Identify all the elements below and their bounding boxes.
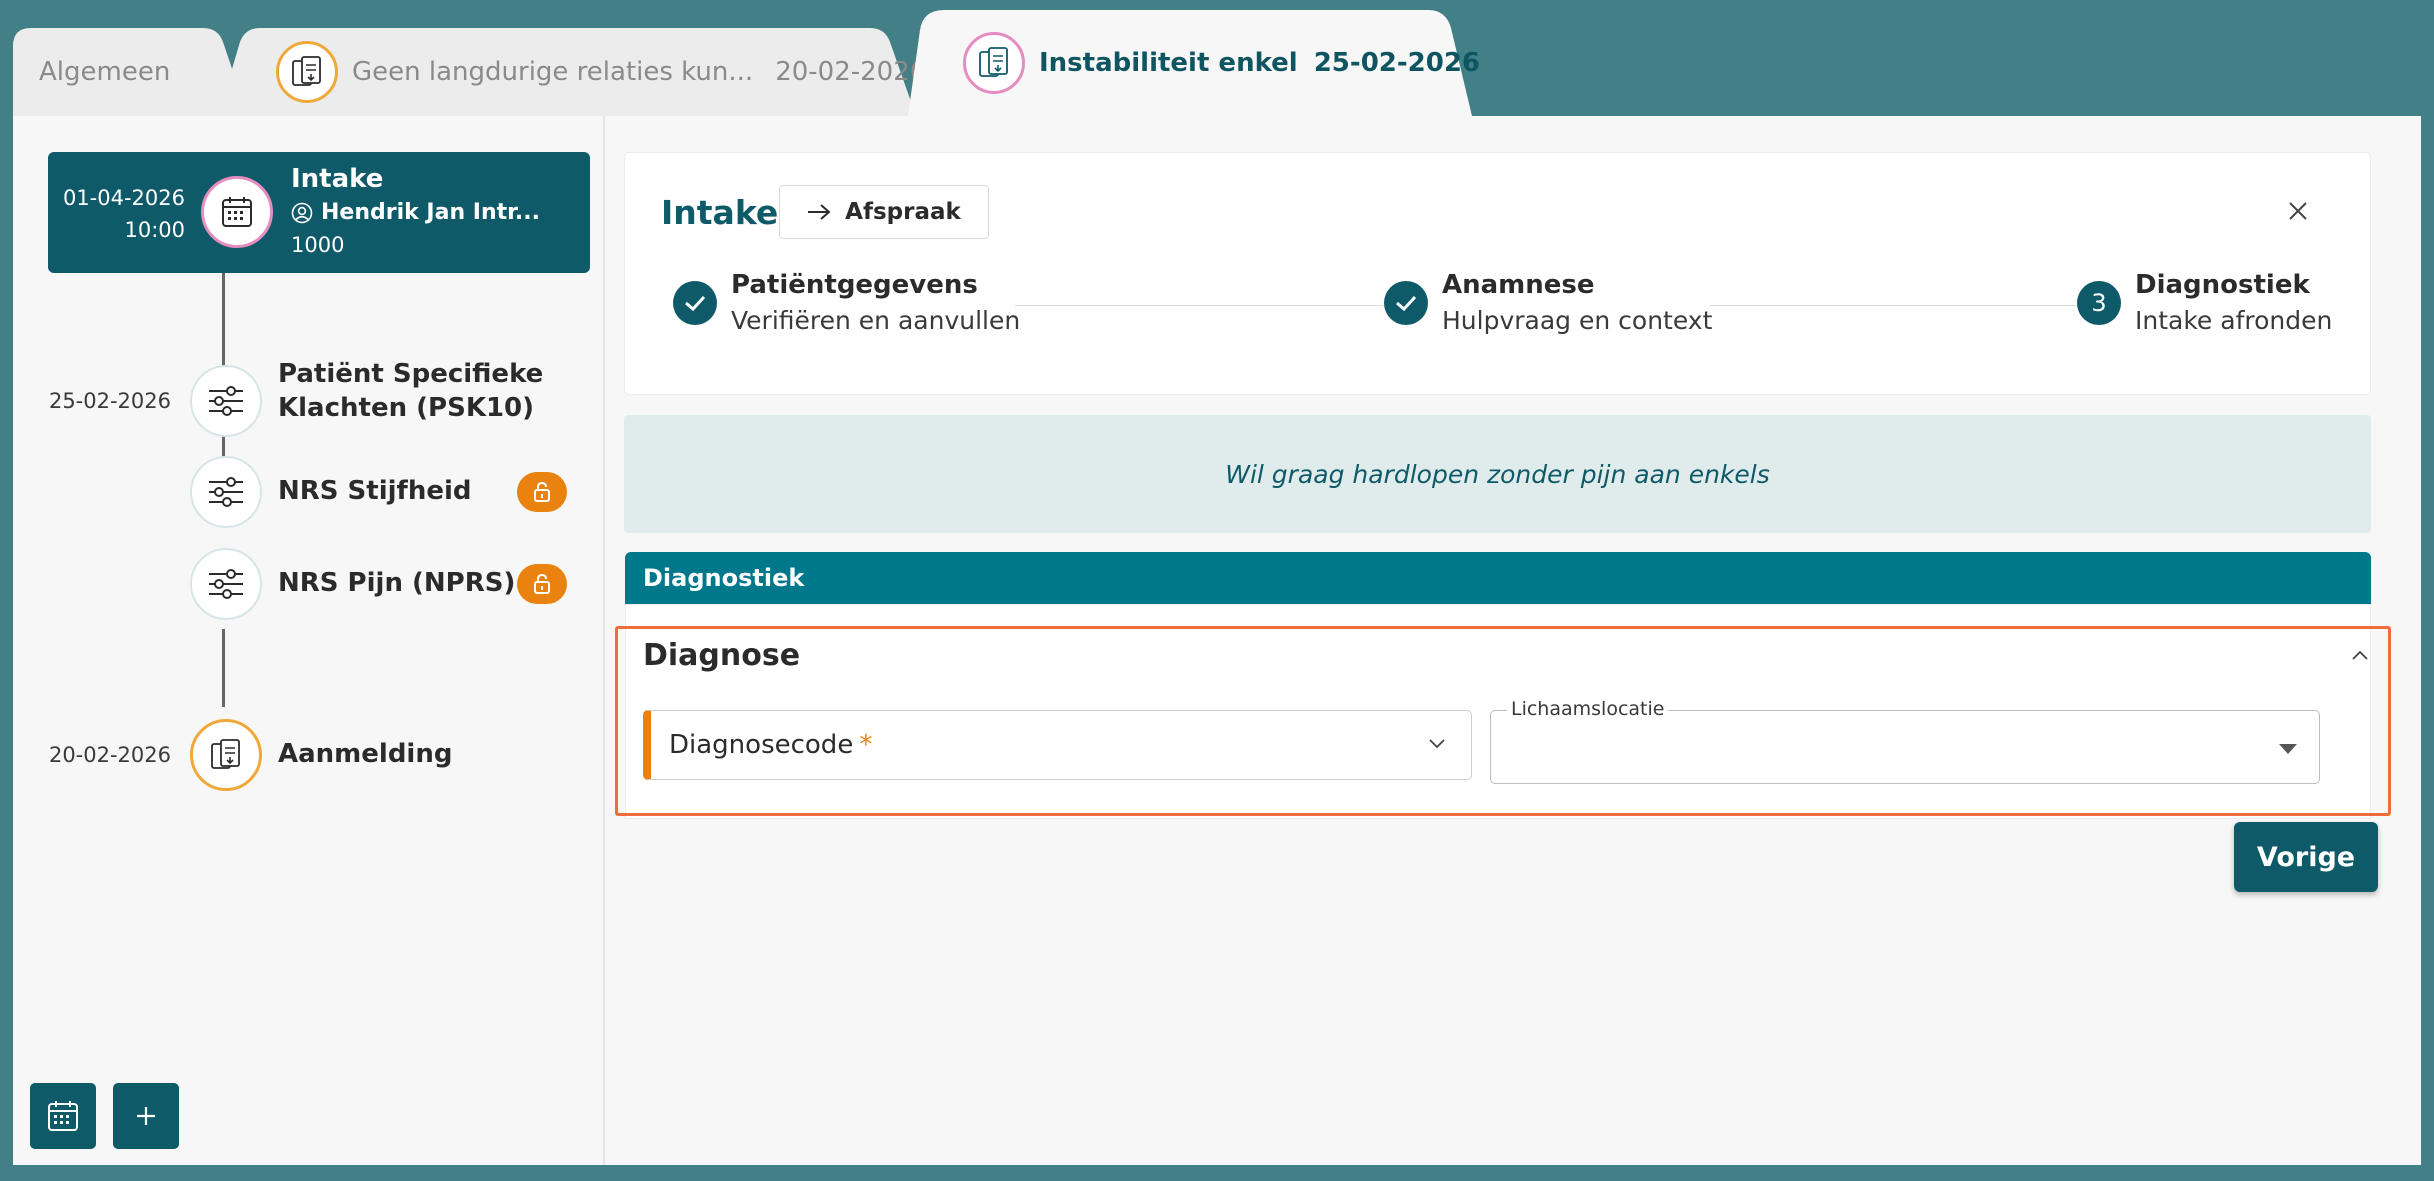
diagnosis-code-select[interactable]: Diagnosecode * <box>643 710 1472 780</box>
previous-button[interactable]: Vorige <box>2234 822 2378 892</box>
required-mark: * <box>859 730 873 760</box>
step-text: Diagnostiek Intake afronden <box>2135 267 2332 339</box>
tab-active-date: 25-02-2026 <box>1313 48 1481 78</box>
close-button[interactable] <box>2284 197 2312 225</box>
body-location-label: Lichaamslocatie <box>1507 698 1669 720</box>
diagnosis-code-label: Diagnosecode <box>669 730 854 760</box>
timeline-item-intake[interactable]: 01-04-2026 10:00 Intake Hendrik Jan Intr… <box>48 152 590 273</box>
step-text: Anamnese Hulpvraag en context <box>1442 267 1712 339</box>
app-panel: 01-04-2026 10:00 Intake Hendrik Jan Intr… <box>13 116 2421 1165</box>
sliders-icon <box>190 456 262 528</box>
timeline-item-registration[interactable]: 20-02-2026 Aanmelding <box>13 719 605 799</box>
step-subtitle: Intake afronden <box>2135 306 2333 335</box>
tab-referral[interactable]: Geen langdurige relaties kun... 20-02-20… <box>218 28 926 116</box>
timeline-item-title: NRS Pijn (NPRS) <box>278 568 516 598</box>
timeline-title: Intake <box>291 164 384 194</box>
check-icon <box>1384 281 1428 325</box>
step-subtitle: Hulpvraag en context <box>1442 306 1713 335</box>
tab-referral-label: Geen langdurige relaties kun... <box>352 57 754 87</box>
step-anamnesis[interactable]: Anamnese Hulpvraag en context <box>1384 267 1712 339</box>
tab-referral-date: 20-02-2026 <box>775 57 927 87</box>
section-header-diagnostics: Diagnostiek <box>625 552 2371 604</box>
timeline-code: 1000 <box>291 233 345 257</box>
appointment-button-label: Afspraak <box>845 199 961 225</box>
step-connector <box>1710 305 2088 306</box>
intake-card: Intake Afspraak Patiëntgegevens Verifiër… <box>624 152 2371 395</box>
arrow-right-icon <box>808 204 831 220</box>
calendar-icon <box>48 1101 78 1131</box>
timeline-item-nrs-pain[interactable]: NRS Pijn (NPRS) <box>13 548 605 628</box>
appointment-button[interactable]: Afspraak <box>779 185 989 239</box>
step-title: Patiëntgegevens <box>731 270 978 300</box>
body-location-select[interactable]: Lichaamslocatie <box>1490 698 2320 784</box>
main-content: Intake Afspraak Patiëntgegevens Verifiër… <box>607 116 2421 1165</box>
tab-referral-content: Geen langdurige relaties kun... 20-02-20… <box>218 28 926 116</box>
timeline-item-psk10[interactable]: 25-02-2026 Patiënt Specifieke Klachten (… <box>13 359 605 445</box>
calendar-icon <box>201 176 273 248</box>
help-question-banner: Wil graag hardlopen zonder pijn aan enke… <box>624 415 2371 533</box>
tab-general[interactable]: Algemeen <box>13 28 253 116</box>
intake-title: Intake <box>661 193 779 232</box>
diagnose-title: Diagnose <box>643 638 801 673</box>
timeline-date-value: 01-04-2026 <box>62 186 185 210</box>
tab-general-content: Algemeen <box>13 28 170 116</box>
user-circle-icon <box>291 202 313 223</box>
timeline-item-title: Aanmelding <box>278 739 453 769</box>
sliders-icon <box>190 548 262 620</box>
timeline-item-title: NRS Stijfheid <box>278 476 472 506</box>
timeline-item-title-line1: Patiënt Specifieke <box>278 359 544 389</box>
step-title: Anamnese <box>1442 270 1595 300</box>
add-button[interactable] <box>113 1083 179 1149</box>
step-text: Patiëntgegevens Verifiëren en aanvullen <box>731 267 1020 339</box>
tab-active-label: Instabiliteit enkel <box>1039 48 1298 78</box>
sliders-icon <box>190 365 262 437</box>
timeline-item-title: Patiënt Specifieke Klachten (PSK10) <box>278 357 543 425</box>
tab-active-content: Instabiliteit enkel 25-02-2026 <box>908 10 1480 116</box>
step-diagnostics[interactable]: 3 Diagnostiek Intake afronden <box>2077 267 2332 339</box>
timeline-person-name: Hendrik Jan Intr... <box>321 200 540 225</box>
chevron-down-icon <box>1429 739 1445 749</box>
plus-icon <box>137 1107 155 1125</box>
timeline-connector <box>222 629 225 707</box>
timeline-item-title-line2: Klachten (PSK10) <box>278 393 535 423</box>
timeline-person: Hendrik Jan Intr... <box>291 200 540 225</box>
step-subtitle: Verifiëren en aanvullen <box>731 306 1021 335</box>
document-clipboard-icon <box>190 719 262 791</box>
lock-icon <box>517 472 567 512</box>
timeline-time-value: 10:00 <box>124 218 185 242</box>
calendar-button[interactable] <box>30 1083 96 1149</box>
timeline-item-nrs-stiffness[interactable]: NRS Stijfheid <box>13 456 605 536</box>
document-clipboard-icon <box>276 41 338 103</box>
collapse-button[interactable] <box>2349 644 2371 666</box>
lock-icon <box>517 564 567 604</box>
chevron-up-icon <box>2352 650 2368 660</box>
tab-instability-active[interactable]: Instabiliteit enkel 25-02-2026 <box>908 10 1480 116</box>
timeline-date: 01-04-2026 10:00 <box>52 182 185 246</box>
step-patient-details[interactable]: Patiëntgegevens Verifiëren en aanvullen <box>673 267 1020 339</box>
tab-bar: Algemeen Geen langdurige relaties kun...… <box>0 0 2434 116</box>
step-connector <box>1015 305 1383 306</box>
document-clipboard-icon <box>963 32 1025 94</box>
tab-general-label: Algemeen <box>39 57 171 87</box>
step-number: 3 <box>2077 281 2121 325</box>
dropdown-arrow-icon <box>2279 744 2297 754</box>
timeline-sidebar: 01-04-2026 10:00 Intake Hendrik Jan Intr… <box>13 116 605 1165</box>
check-icon <box>673 281 717 325</box>
timeline-group-date: 25-02-2026 <box>48 389 171 413</box>
timeline-date: 20-02-2026 <box>48 743 171 767</box>
close-icon <box>2289 202 2307 220</box>
step-title: Diagnostiek <box>2135 270 2310 300</box>
